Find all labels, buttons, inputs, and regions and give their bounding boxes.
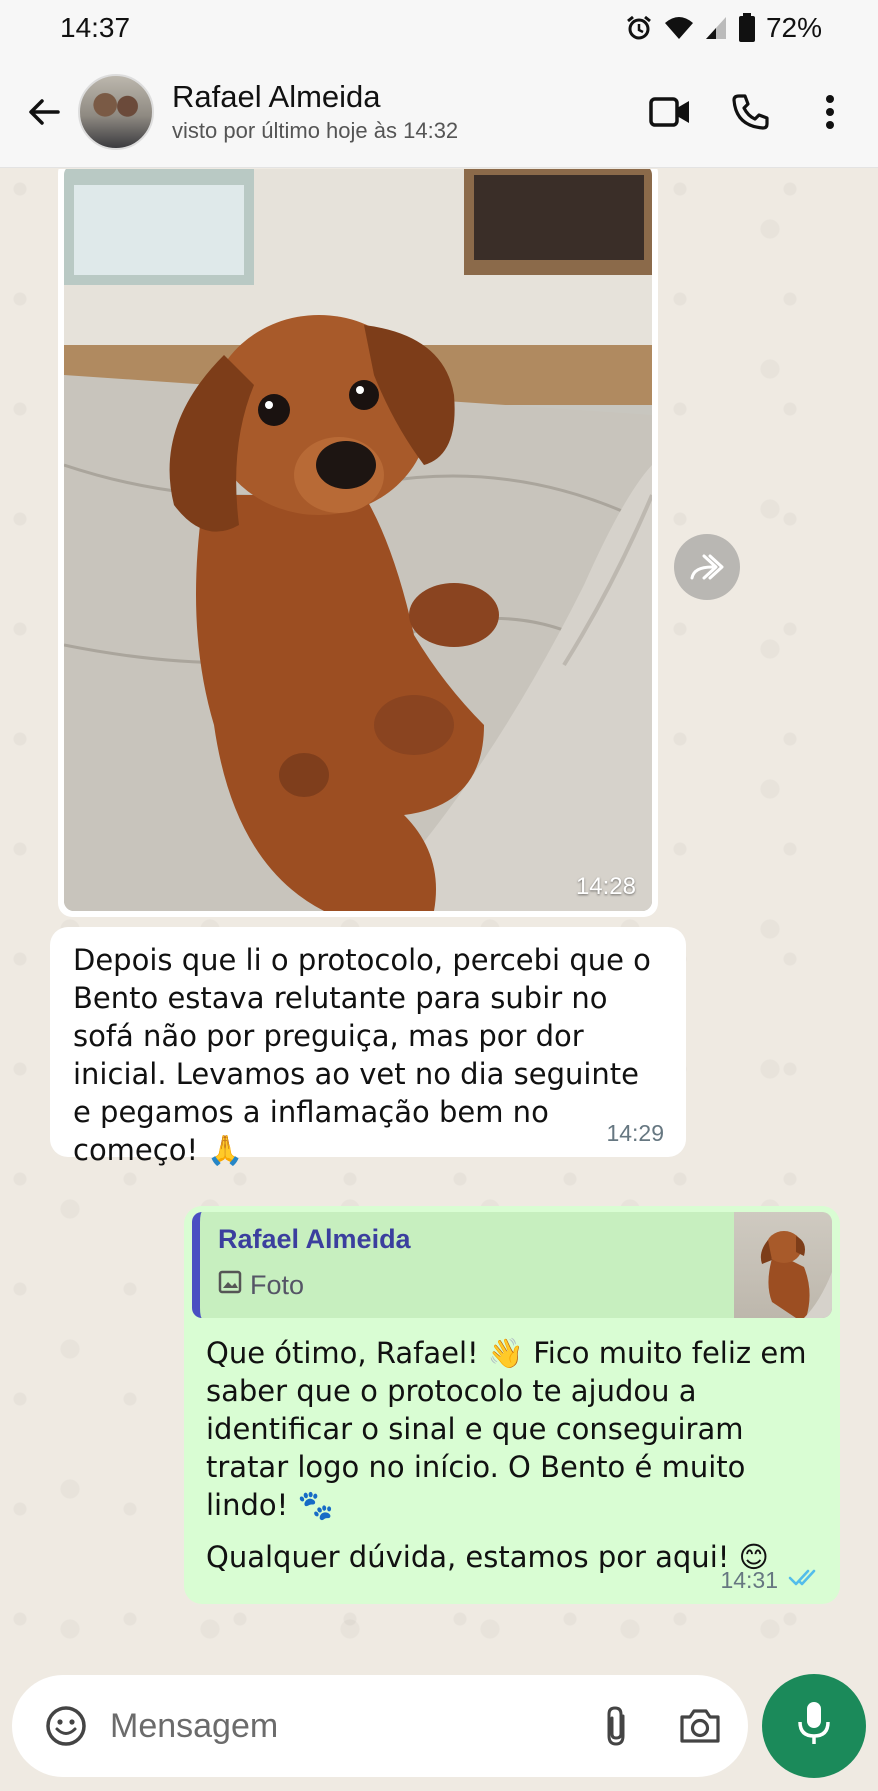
battery-icon — [738, 13, 756, 43]
incoming-timestamp: 14:29 — [606, 1120, 664, 1146]
last-seen: visto por último hoje às 14:32 — [172, 117, 459, 143]
status-bar: 14:37 72% — [0, 0, 878, 56]
chat-header: Rafael Almeida visto por último hoje às … — [0, 56, 878, 168]
message-composer — [12, 1675, 748, 1777]
battery-percent: 72% — [765, 12, 822, 43]
quoted-thumbnail — [734, 1212, 832, 1318]
chat-area[interactable]: 14:28 Depois que li o protocolo, percebi… — [0, 169, 878, 1671]
outgoing-paragraph-1: Que ótimo, Rafael! 👋 Fico muito feliz em… — [206, 1336, 807, 1522]
contact-info[interactable]: Rafael Almeida visto por último hoje às … — [172, 78, 630, 146]
incoming-message[interactable]: Depois que li o protocolo, percebi que o… — [50, 927, 686, 1167]
image-icon — [218, 1270, 242, 1301]
dog-photo[interactable]: 14:28 — [64, 169, 652, 911]
quoted-sender: Rafael Almeida — [218, 1224, 411, 1254]
status-icons: 72% — [624, 12, 822, 44]
photo-timestamp: 14:28 — [575, 873, 636, 900]
incoming-message-text: Depois que li o protocolo, percebi que o… — [73, 943, 651, 1167]
more-vert-icon[interactable] — [790, 72, 870, 152]
mic-button[interactable] — [762, 1674, 866, 1778]
message-input[interactable] — [110, 1706, 586, 1746]
status-time: 14:37 — [60, 12, 131, 43]
emoji-icon[interactable] — [36, 1696, 96, 1756]
attach-icon[interactable] — [586, 1696, 646, 1756]
outgoing-meta: 14:31 — [720, 1567, 822, 1594]
signal-icon — [704, 15, 728, 41]
outgoing-timestamp: 14:31 — [720, 1567, 778, 1593]
phone-icon[interactable] — [710, 72, 790, 152]
video-call-icon[interactable] — [630, 72, 710, 152]
contact-name: Rafael Almeida — [172, 78, 381, 114]
photo-message[interactable]: 14:28 — [58, 169, 658, 917]
outgoing-message-text: Que ótimo, Rafael! 👋 Fico muito feliz em… — [206, 1334, 832, 1576]
quoted-type: Foto — [218, 1270, 304, 1301]
mic-icon — [796, 1700, 832, 1753]
forward-icon[interactable] — [674, 534, 740, 600]
outgoing-message[interactable]: Rafael Almeida Foto Que ótimo, Rafael! 👋… — [184, 1206, 840, 1604]
quoted-type-label: Foto — [250, 1270, 305, 1300]
wifi-icon — [664, 15, 694, 41]
back-arrow-icon[interactable] — [14, 82, 74, 142]
double-check-icon — [788, 1567, 822, 1594]
alarm-icon — [624, 13, 654, 43]
avatar[interactable] — [78, 73, 154, 150]
camera-icon[interactable] — [670, 1696, 730, 1756]
quoted-message[interactable]: Rafael Almeida Foto — [192, 1212, 832, 1318]
